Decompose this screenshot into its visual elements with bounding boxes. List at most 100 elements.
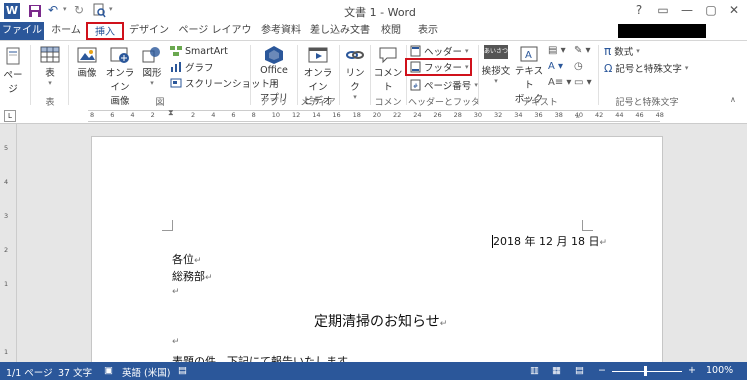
help-button[interactable]: ? — [628, 2, 650, 18]
indent-marker-icon[interactable]: ⧗ — [168, 108, 174, 118]
greeting-button[interactable]: あいさつ 挨拶文 ▾ — [481, 43, 511, 85]
equation-button[interactable]: π 数式 ▾ — [604, 44, 640, 58]
shapes-label: 図形 — [142, 68, 162, 79]
tab-insert[interactable]: 挿入 — [86, 22, 124, 40]
ruler-tick: 6 — [231, 111, 236, 119]
status-word-count[interactable]: 37 文字 — [58, 365, 92, 379]
graph-button[interactable]: グラフ — [170, 60, 214, 74]
date-time-icon[interactable]: ◷ — [574, 61, 583, 72]
tab-design[interactable]: デザイン — [128, 22, 170, 40]
zoom-slider-handle[interactable] — [644, 366, 647, 376]
doc-to: 各位↵ — [172, 253, 202, 266]
header-label: ヘッダー — [424, 47, 463, 58]
footer-dropdown-icon: ▾ — [465, 63, 469, 71]
footer-button[interactable]: フッター ▾ — [405, 58, 472, 76]
ruler-tick: 4 — [211, 111, 216, 119]
header-button[interactable]: ヘッダー ▾ — [410, 44, 469, 58]
minimize-button[interactable]: — — [676, 2, 698, 18]
tab-selector-icon[interactable]: L — [4, 110, 16, 122]
zoom-in-icon[interactable]: + — [688, 365, 696, 376]
screenshot-icon — [170, 78, 182, 88]
dropcap-icon[interactable]: A≡ ▾ — [548, 77, 571, 88]
separator — [30, 45, 31, 105]
undo-dropdown-icon[interactable]: ▾ — [63, 5, 67, 13]
header-icon — [410, 45, 421, 57]
greeting-dropdown-icon: ▾ — [494, 77, 498, 85]
object-icon[interactable]: ▭ ▾ — [574, 77, 592, 88]
ribbon: ページ 表 ▾ 表 画像 オンライン 画像 図形 ▾ SmartArt グラフ … — [0, 40, 747, 121]
smartart-label: SmartArt — [185, 45, 228, 57]
close-button[interactable]: ✕ — [723, 2, 745, 18]
tab-page-layout[interactable]: ページ レイアウト — [175, 22, 255, 54]
online-picture-icon — [110, 47, 129, 63]
signature-line-icon[interactable]: ✎ ▾ — [574, 45, 591, 56]
redo-icon[interactable]: ↻ — [74, 3, 86, 17]
tab-mailings[interactable]: 差し込み文書 — [307, 22, 373, 40]
vertical-ruler-tick: 3 — [4, 212, 9, 220]
pages-button[interactable]: ページ — [0, 47, 26, 95]
tab-view[interactable]: 表示 — [413, 22, 443, 40]
image-button[interactable]: 画像 — [72, 45, 102, 79]
office-app-label-1: Office 用 — [260, 65, 288, 90]
ruler-tick: 8 — [90, 111, 95, 119]
tab-home[interactable]: ホーム — [48, 22, 84, 40]
zoom-slider[interactable] — [612, 371, 682, 372]
separator — [68, 45, 69, 105]
title-bar: W ↶ ▾ ↻ ▾ 文書 1 - Word ? ▭ — ▢ ✕ — [0, 0, 747, 22]
quick-parts-icon[interactable]: ▤ ▾ — [548, 45, 566, 56]
table-icon — [40, 46, 60, 63]
tab-review[interactable]: 校閲 — [376, 22, 406, 40]
comment-button[interactable]: コメント — [372, 45, 404, 93]
symbol-button[interactable]: Ω 記号と特殊文字 ▾ — [604, 61, 688, 76]
tab-file[interactable]: ファイル — [0, 22, 44, 40]
ribbon-display-button[interactable]: ▭ — [652, 2, 674, 18]
vertical-ruler[interactable] — [0, 124, 17, 362]
right-indent-marker-icon[interactable]: ▵ — [576, 112, 580, 120]
online-image-button[interactable]: オンライン 画像 — [102, 45, 138, 107]
macro-icon[interactable]: ▤ — [178, 365, 187, 376]
status-bar: 1/1 ページ 37 文字 ▣ 英語 (米国) ▤ ▥ ▦ ▤ − + 100% — [0, 362, 747, 380]
user-account[interactable] — [618, 24, 706, 38]
status-language[interactable]: 英語 (米国) — [122, 365, 170, 379]
zoom-out-icon[interactable]: − — [598, 365, 606, 376]
page-number-button[interactable]: # ページ番号 ▾ — [410, 78, 478, 92]
graph-label: グラフ — [185, 63, 214, 74]
undo-icon[interactable]: ↶ — [48, 3, 62, 17]
greeting-label: 挨拶文 — [481, 66, 511, 77]
page-number-label: ページ番号 — [424, 81, 472, 92]
ruler-tick: 26 — [433, 111, 442, 119]
smartart-button[interactable]: SmartArt — [170, 44, 228, 58]
proofing-icon[interactable]: ▣ — [104, 365, 113, 376]
link-icon — [346, 51, 364, 59]
pi-icon: π — [604, 44, 612, 58]
print-layout-icon[interactable]: ▦ — [552, 365, 561, 376]
comment-icon — [379, 47, 397, 64]
document-page[interactable]: 2018 年 12 月 18 日↵ 各位↵ 総務部↵ ↵ 定期清掃のお知らせ↵ … — [91, 136, 663, 368]
vertical-ruler-tick: 5 — [4, 144, 9, 152]
wordart-icon[interactable]: A ▾ — [548, 61, 563, 72]
zoom-level[interactable]: 100% — [706, 365, 733, 376]
ruler-tick: 22 — [393, 111, 402, 119]
read-mode-icon[interactable]: ▥ — [530, 365, 539, 376]
ruler-tick: 42 — [595, 111, 604, 119]
print-preview-icon[interactable] — [92, 3, 106, 18]
collapse-ribbon-icon[interactable]: ∧ — [730, 95, 736, 104]
ruler-tick: 8 — [251, 111, 256, 119]
shapes-button[interactable]: 図形 ▾ — [138, 45, 166, 87]
ruler-tick: 2 — [150, 111, 155, 119]
table-button[interactable]: 表 ▾ — [36, 45, 64, 87]
equation-dropdown-icon: ▾ — [636, 47, 640, 55]
vertical-ruler-tick: 1 — [4, 280, 9, 288]
status-page[interactable]: 1/1 ページ — [6, 365, 53, 379]
header-dropdown-icon: ▾ — [465, 47, 469, 55]
page-icon — [6, 47, 20, 65]
footer-icon — [410, 61, 421, 73]
svg-text:#: # — [413, 83, 418, 90]
qat-customize-icon[interactable]: ▾ — [109, 5, 113, 13]
symbol-label: 記号と特殊文字 — [615, 64, 682, 75]
tab-references[interactable]: 参考資料 — [256, 22, 306, 40]
web-layout-icon[interactable]: ▤ — [575, 365, 584, 376]
maximize-button[interactable]: ▢ — [700, 2, 722, 18]
link-button[interactable]: リンク ▾ — [342, 45, 368, 101]
save-icon[interactable] — [28, 4, 42, 18]
